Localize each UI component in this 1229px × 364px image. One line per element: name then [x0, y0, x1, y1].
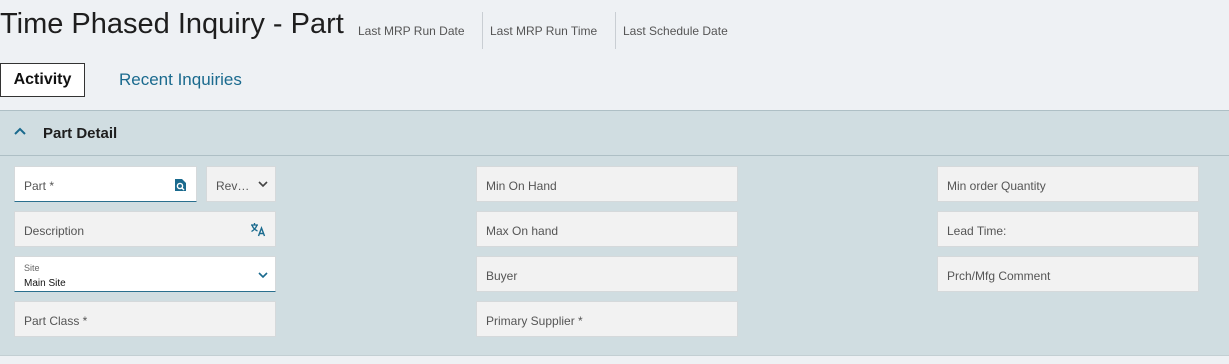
part-class-label: Part Class * [24, 314, 88, 328]
min-order-quantity-label: Min order Quantity [947, 179, 1046, 193]
site-select[interactable]: Site Main Site [14, 256, 276, 292]
revision-select[interactable]: Rev… [206, 166, 276, 202]
lead-time-field[interactable]: Lead Time: [937, 211, 1199, 247]
page-title: Time Phased Inquiry - Part [0, 8, 344, 40]
part-field[interactable]: Part * [14, 166, 197, 202]
prch-mfg-comment-label: Prch/Mfg Comment [947, 269, 1051, 283]
min-on-hand-label: Min On Hand [486, 179, 557, 193]
site-value: Main Site [24, 278, 66, 289]
chevron-down-icon [258, 181, 268, 188]
divider [0, 355, 1229, 356]
primary-supplier-field[interactable]: Primary Supplier * [476, 301, 738, 337]
site-label: Site [24, 263, 40, 273]
rev-label: Rev… [216, 179, 250, 193]
chevron-up-icon[interactable] [14, 126, 26, 136]
description-label: Description [24, 224, 85, 238]
tab-recent-inquiries[interactable]: Recent Inquiries [119, 70, 242, 90]
last-mrp-run-date: Last MRP Run Date [358, 24, 465, 38]
divider [615, 12, 616, 49]
lead-time-label: Lead Time: [947, 224, 1007, 238]
last-mrp-run-time: Last MRP Run Time [490, 24, 598, 38]
last-schedule-date: Last Schedule Date [623, 24, 728, 38]
min-on-hand-field[interactable]: Min On Hand [476, 166, 738, 202]
translate-icon[interactable] [250, 222, 266, 237]
part-class-field[interactable]: Part Class * [14, 301, 276, 337]
primary-supplier-label: Primary Supplier * [486, 314, 583, 328]
search-document-icon[interactable] [174, 178, 187, 192]
page-header: Time Phased Inquiry - Part Last MRP Run … [0, 0, 1229, 58]
part-detail-panel: Part Detail Part * Rev… Description Site… [0, 110, 1229, 356]
buyer-field[interactable]: Buyer [476, 256, 738, 292]
tab-activity[interactable]: Activity [0, 63, 85, 97]
description-field[interactable]: Description [14, 211, 276, 247]
panel-header[interactable]: Part Detail [0, 111, 1229, 156]
min-order-quantity-field[interactable]: Min order Quantity [937, 166, 1199, 202]
max-on-hand-label: Max On hand [486, 224, 559, 238]
buyer-label: Buyer [486, 269, 518, 283]
max-on-hand-field[interactable]: Max On hand [476, 211, 738, 247]
prch-mfg-comment-field[interactable]: Prch/Mfg Comment [937, 256, 1199, 292]
part-label: Part * [24, 179, 55, 193]
divider [482, 12, 483, 49]
chevron-down-icon [258, 272, 268, 279]
panel-title: Part Detail [43, 125, 118, 142]
